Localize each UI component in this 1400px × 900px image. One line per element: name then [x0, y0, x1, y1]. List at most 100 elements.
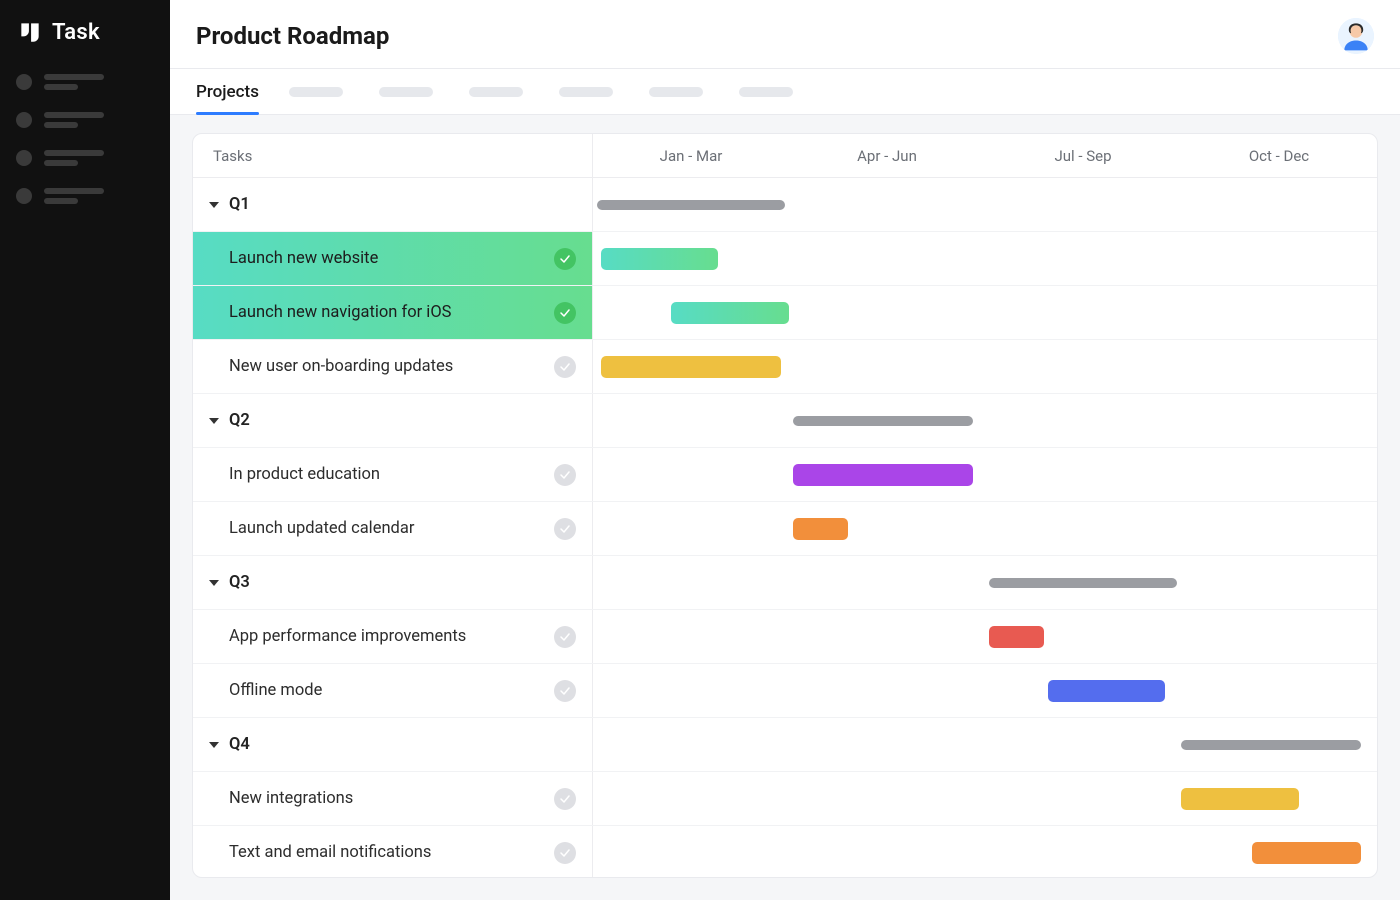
task-timeline: [593, 502, 1377, 555]
task-label: Offline mode: [229, 681, 322, 700]
sidebar-item-placeholder[interactable]: [16, 74, 154, 90]
timeline-column-label: Apr - Jun: [857, 147, 917, 165]
task-bar[interactable]: [1252, 842, 1362, 864]
tab-projects-label: Projects: [196, 82, 259, 102]
status-pending-icon[interactable]: [554, 518, 576, 540]
task-row[interactable]: Offline mode: [193, 664, 1377, 718]
task-bar[interactable]: [989, 626, 1044, 648]
task-label: Launch new website: [229, 249, 378, 268]
tab-placeholder[interactable]: [559, 87, 613, 97]
sidebar-item-lines: [44, 150, 104, 166]
status-pending-icon[interactable]: [554, 626, 576, 648]
task-bar[interactable]: [601, 356, 781, 378]
tab-placeholder[interactable]: [289, 87, 343, 97]
task-row[interactable]: New user on-boarding updates: [193, 340, 1377, 394]
group-row[interactable]: Q2: [193, 394, 1377, 448]
timeline-column-label: Jan - Mar: [660, 147, 723, 165]
brand[interactable]: Task: [0, 12, 170, 64]
group-timeline: [593, 556, 1377, 609]
task-left: Launch new website: [193, 232, 593, 285]
group-row[interactable]: Q1: [193, 178, 1377, 232]
group-row[interactable]: Q3: [193, 556, 1377, 610]
sidebar-item-lines: [44, 112, 104, 128]
task-row[interactable]: App performance improvements: [193, 610, 1377, 664]
task-timeline: [593, 826, 1377, 877]
task-left: Launch updated calendar: [193, 502, 593, 555]
task-label: Text and email notifications: [229, 843, 431, 862]
task-timeline: [593, 448, 1377, 501]
tab-placeholder[interactable]: [649, 87, 703, 97]
status-pending-icon[interactable]: [554, 356, 576, 378]
task-timeline: [593, 232, 1377, 285]
status-done-icon[interactable]: [554, 302, 576, 324]
task-bar[interactable]: [1181, 788, 1299, 810]
sidebar-item-placeholder[interactable]: [16, 188, 154, 204]
tab-placeholder[interactable]: [379, 87, 433, 97]
task-row[interactable]: Launch updated calendar: [193, 502, 1377, 556]
task-timeline: [593, 340, 1377, 393]
status-pending-icon[interactable]: [554, 788, 576, 810]
task-label: Launch new navigation for iOS: [229, 303, 451, 322]
group-label: Q4: [229, 735, 250, 754]
task-timeline: [593, 610, 1377, 663]
task-bar[interactable]: [793, 518, 848, 540]
timeline-column-label: Jul - Sep: [1054, 147, 1111, 165]
status-pending-icon[interactable]: [554, 464, 576, 486]
avatar[interactable]: [1338, 18, 1374, 54]
panel-header: Tasks Jan - Mar Apr - Jun Jul - Sep Oct - D…: [193, 134, 1377, 178]
task-row[interactable]: Launch new website: [193, 232, 1377, 286]
sidebar: Task: [0, 0, 170, 900]
task-row[interactable]: Text and email notifications: [193, 826, 1377, 877]
task-row[interactable]: Launch new navigation for iOS: [193, 286, 1377, 340]
caret-down-icon: [209, 418, 219, 424]
tab-projects[interactable]: Projects: [196, 69, 259, 114]
task-left: Launch new navigation for iOS: [193, 286, 593, 339]
group-bar[interactable]: [989, 578, 1177, 588]
brand-name: Task: [52, 20, 100, 45]
header: Product Roadmap: [170, 0, 1400, 69]
task-bar[interactable]: [793, 464, 973, 486]
avatar-icon: [1338, 18, 1374, 54]
caret-down-icon: [209, 580, 219, 586]
group-left: Q4: [193, 718, 593, 771]
group-bar[interactable]: [1181, 740, 1361, 750]
app-root: Task Product Roadmap Projects: [0, 0, 1400, 900]
group-bar[interactable]: [597, 200, 785, 210]
status-pending-icon[interactable]: [554, 842, 576, 864]
task-left: Offline mode: [193, 664, 593, 717]
task-left: Text and email notifications: [193, 826, 593, 877]
task-left: App performance improvements: [193, 610, 593, 663]
task-bar[interactable]: [601, 248, 719, 270]
sidebar-item-lines: [44, 188, 104, 204]
sidebar-item-placeholder[interactable]: [16, 112, 154, 128]
group-timeline: [593, 718, 1377, 771]
group-left: Q3: [193, 556, 593, 609]
task-left: In product education: [193, 448, 593, 501]
caret-down-icon: [209, 202, 219, 208]
sidebar-item-placeholder[interactable]: [16, 150, 154, 166]
task-bar[interactable]: [671, 302, 789, 324]
task-row[interactable]: In product education: [193, 448, 1377, 502]
task-row[interactable]: New integrations: [193, 772, 1377, 826]
roadmap-panel: Tasks Jan - Mar Apr - Jun Jul - Sep Oct - D…: [192, 133, 1378, 878]
timeline-column: Apr - Jun: [789, 134, 985, 177]
status-pending-icon[interactable]: [554, 680, 576, 702]
sidebar-item-dot-icon: [16, 112, 32, 128]
task-timeline: [593, 772, 1377, 825]
group-label: Q2: [229, 411, 250, 430]
tab-placeholder[interactable]: [739, 87, 793, 97]
task-left: New integrations: [193, 772, 593, 825]
group-label: Q1: [229, 195, 250, 214]
timeline-column: Oct - Dec: [1181, 134, 1377, 177]
main: Product Roadmap Projects Tasks: [170, 0, 1400, 900]
group-bar[interactable]: [793, 416, 973, 426]
task-bar[interactable]: [1048, 680, 1166, 702]
status-done-icon[interactable]: [554, 248, 576, 270]
sidebar-nav: [0, 64, 170, 214]
tasks-column-label: Tasks: [213, 147, 252, 165]
group-row[interactable]: Q4: [193, 718, 1377, 772]
group-label: Q3: [229, 573, 250, 592]
panel-body: Q1 Launch new website Launch new navigatio…: [193, 178, 1377, 877]
timeline-column: Jul - Sep: [985, 134, 1181, 177]
tab-placeholder[interactable]: [469, 87, 523, 97]
